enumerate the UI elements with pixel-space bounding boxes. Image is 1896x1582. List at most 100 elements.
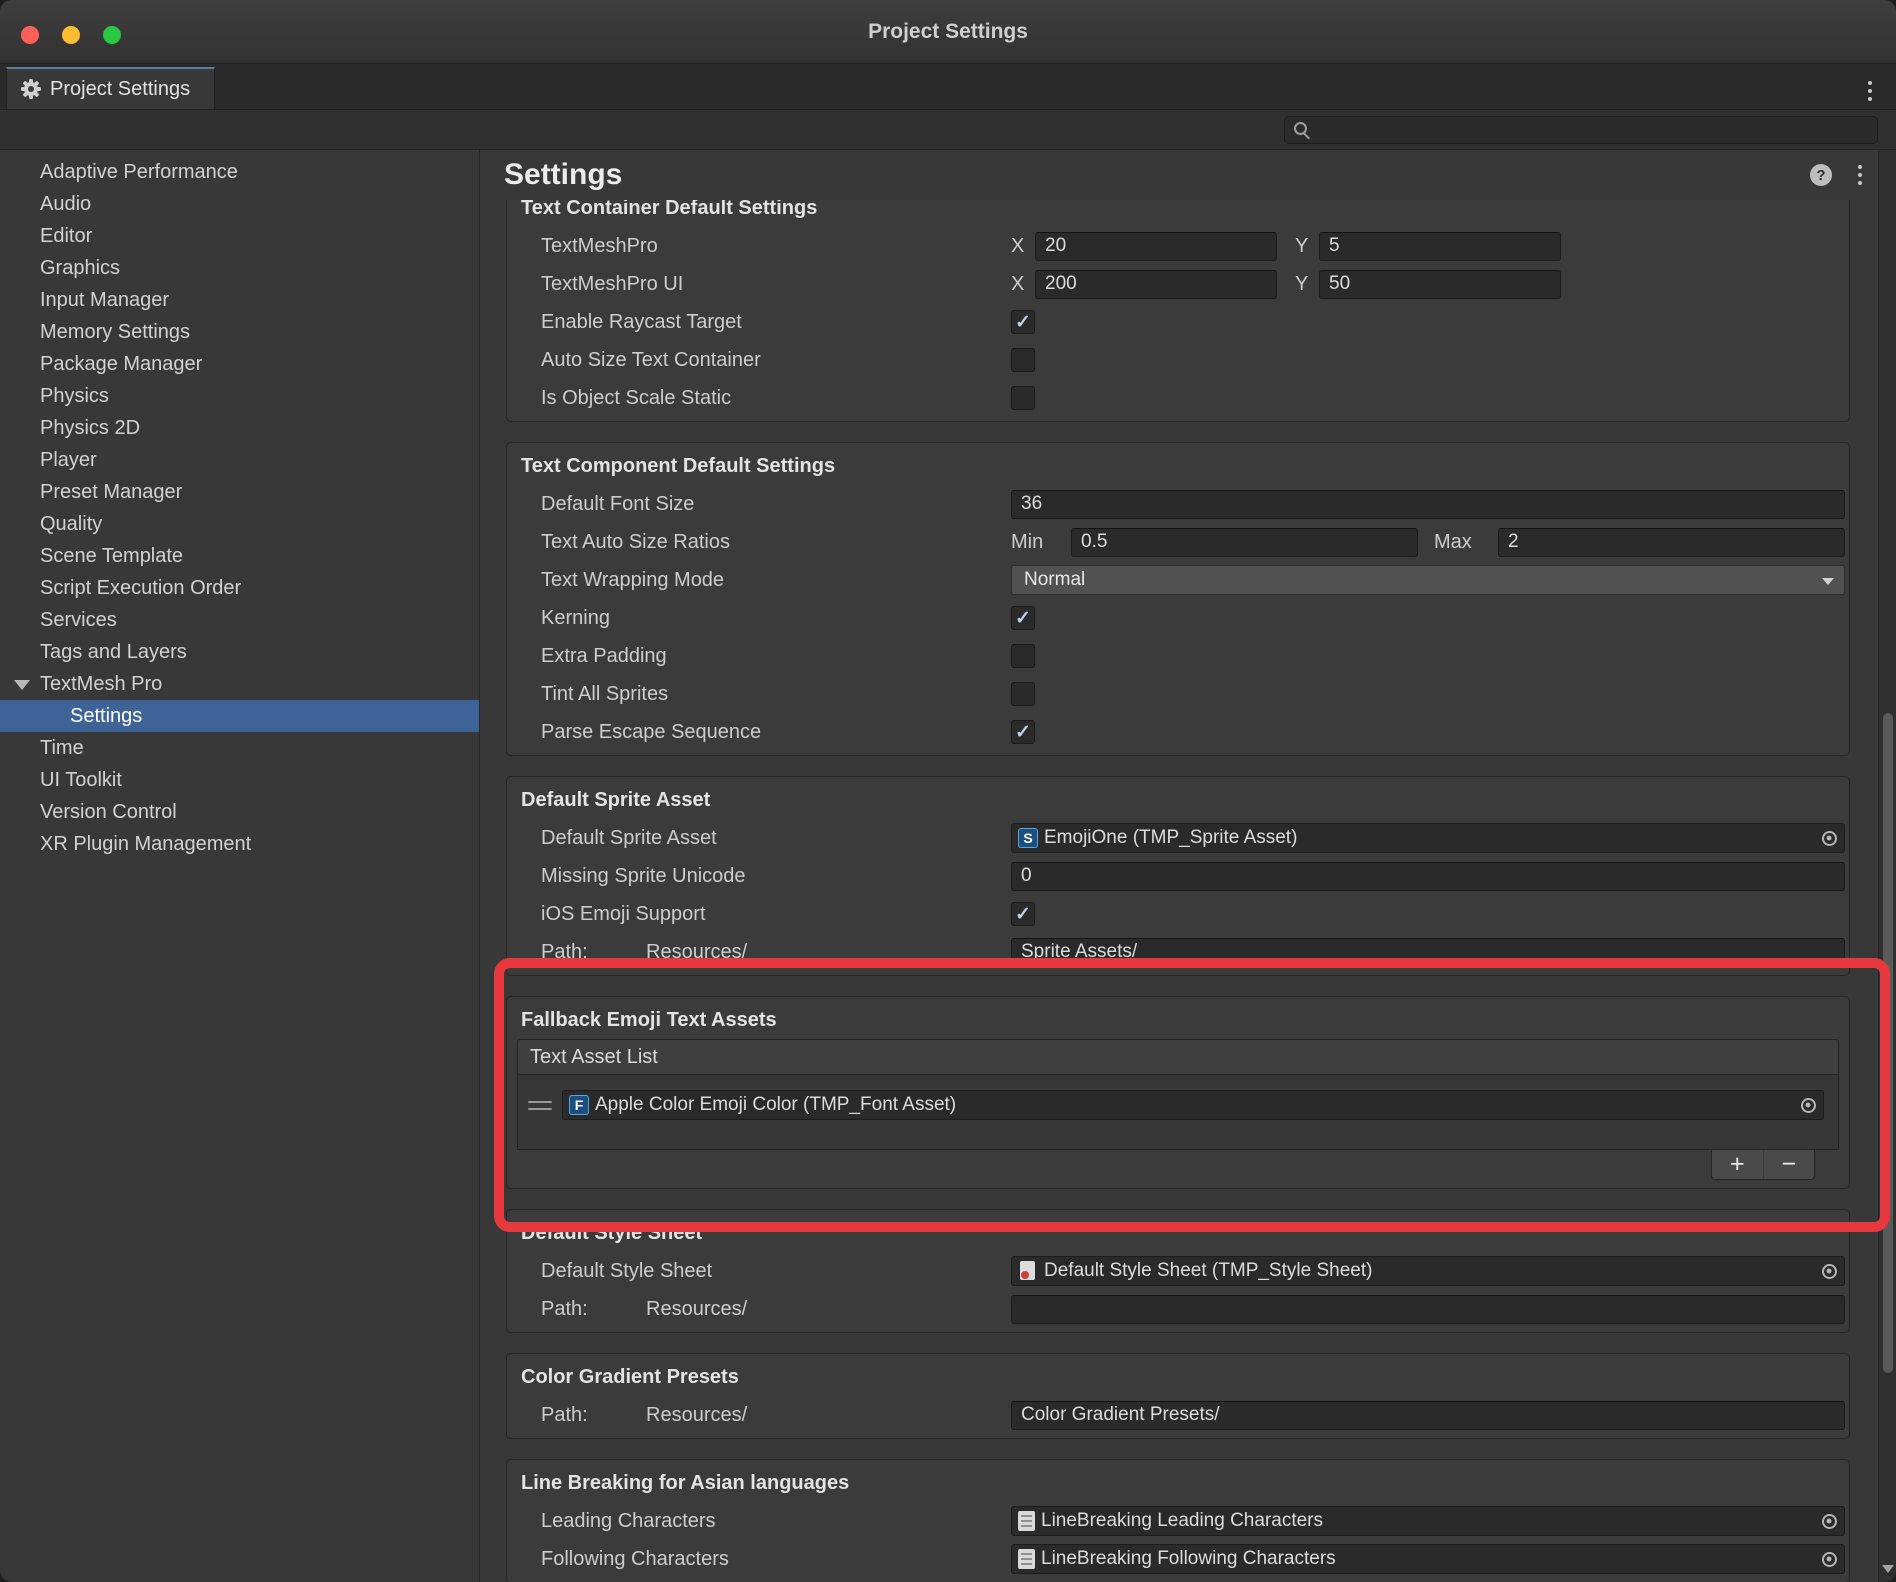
sidebar-item-tags-and-layers[interactable]: Tags and Layers [0, 636, 479, 668]
auto-size-max-input[interactable] [1498, 528, 1845, 557]
section-text-container: Text Container Default Settings TextMesh… [506, 200, 1850, 422]
path-prefix-label: Resources/ [646, 1298, 747, 1321]
more-menu-button[interactable] [1852, 159, 1868, 191]
object-field-value: EmojiOne (TMP_Sprite Asset) [1044, 827, 1297, 849]
settings-row: TextMeshPro X Y [511, 227, 1845, 265]
default-style-sheet-field[interactable]: Default Style Sheet (TMP_Style Sheet) [1011, 1256, 1845, 1286]
sidebar-item-graphics[interactable]: Graphics [0, 252, 479, 284]
ios-emoji-support-checkbox[interactable]: ✓ [1011, 902, 1035, 926]
add-button[interactable]: + [1712, 1150, 1764, 1179]
textmeshpro-ui-x-input[interactable] [1035, 270, 1277, 299]
scroll-down-button[interactable] [1882, 1563, 1894, 1575]
page-title: Settings [504, 158, 1790, 192]
minimize-button[interactable] [62, 26, 80, 44]
sprite-asset-path-input[interactable] [1011, 938, 1845, 967]
sidebar-item-xr-plugin-management[interactable]: XR Plugin Management [0, 828, 479, 860]
sidebar-item-scene-template[interactable]: Scene Template [0, 540, 479, 572]
field-label: Path: Resources/ [511, 941, 1011, 964]
settings-row: Is Object Scale Static [511, 379, 1845, 417]
object-field-value: LineBreaking Leading Characters [1041, 1510, 1323, 1532]
sidebar-item-services[interactable]: Services [0, 604, 479, 636]
fallback-font-asset-field[interactable]: F Apple Color Emoji Color (TMP_Font Asse… [562, 1090, 1824, 1120]
y-axis-label: Y [1295, 273, 1319, 296]
settings-row: Enable Raycast Target ✓ [511, 303, 1845, 341]
path-label: Path: [541, 941, 646, 964]
settings-category-sidebar: Adaptive Performance Audio Editor Graphi… [0, 150, 480, 1582]
section-header: Line Breaking for Asian languages [511, 1464, 1845, 1502]
close-button[interactable] [21, 26, 39, 44]
sidebar-item-audio[interactable]: Audio [0, 188, 479, 220]
sidebar-item-settings[interactable]: Settings [0, 700, 479, 732]
object-picker-icon[interactable] [1817, 1509, 1841, 1533]
enable-raycast-target-checkbox[interactable]: ✓ [1011, 310, 1035, 334]
search-field[interactable] [1284, 116, 1878, 144]
extra-padding-checkbox[interactable] [1011, 644, 1035, 668]
settings-scroll-area: Text Container Default Settings TextMesh… [480, 200, 1896, 1582]
foldout-arrow-icon[interactable] [14, 680, 30, 690]
sidebar-item-preset-manager[interactable]: Preset Manager [0, 476, 479, 508]
section-header: Text Component Default Settings [511, 447, 1845, 485]
remove-button[interactable]: − [1764, 1150, 1815, 1179]
field-label: Auto Size Text Container [511, 349, 1011, 372]
sidebar-item-textmesh-pro[interactable]: TextMesh Pro [0, 668, 479, 700]
checkmark-icon: ✓ [1015, 723, 1031, 742]
tab-project-settings[interactable]: Project Settings [6, 67, 215, 109]
textmeshpro-x-input[interactable] [1035, 232, 1277, 261]
settings-row: Text Auto Size Ratios Min Max [511, 523, 1845, 561]
help-icon[interactable]: ? [1810, 164, 1832, 186]
sidebar-item-quality[interactable]: Quality [0, 508, 479, 540]
default-font-size-input[interactable] [1011, 490, 1845, 519]
auto-size-text-container-checkbox[interactable] [1011, 348, 1035, 372]
default-sprite-asset-field[interactable]: S EmojiOne (TMP_Sprite Asset) [1011, 823, 1845, 853]
following-characters-field[interactable]: LineBreaking Following Characters [1011, 1544, 1845, 1574]
is-object-scale-static-checkbox[interactable] [1011, 386, 1035, 410]
textmeshpro-y-input[interactable] [1319, 232, 1561, 261]
missing-sprite-unicode-input[interactable] [1011, 862, 1845, 891]
settings-row: Text Wrapping Mode Normal [511, 561, 1845, 599]
object-picker-icon[interactable] [1817, 1259, 1841, 1283]
scrollbar-thumb[interactable] [1883, 713, 1893, 1373]
field-label: Leading Characters [511, 1510, 1011, 1533]
section-line-breaking: Line Breaking for Asian languages Leadin… [506, 1459, 1850, 1582]
color-gradient-path-input[interactable] [1011, 1401, 1845, 1430]
object-picker-icon[interactable] [1796, 1093, 1820, 1117]
path-prefix-label: Resources/ [646, 941, 747, 964]
sidebar-item-player[interactable]: Player [0, 444, 479, 476]
leading-characters-field[interactable]: LineBreaking Leading Characters [1011, 1506, 1845, 1536]
tint-all-sprites-checkbox[interactable] [1011, 682, 1035, 706]
sidebar-item-physics[interactable]: Physics [0, 380, 479, 412]
field-label: Is Object Scale Static [511, 387, 1011, 410]
settings-row: TextMeshPro UI X Y [511, 265, 1845, 303]
style-sheet-path-input[interactable] [1011, 1295, 1845, 1324]
field-label: TextMeshPro UI [511, 273, 1011, 296]
sidebar-item-editor[interactable]: Editor [0, 220, 479, 252]
sidebar-item-memory-settings[interactable]: Memory Settings [0, 316, 479, 348]
text-wrapping-mode-dropdown[interactable]: Normal [1011, 565, 1845, 595]
sidebar-item-ui-toolkit[interactable]: UI Toolkit [0, 764, 479, 796]
kerning-checkbox[interactable]: ✓ [1011, 606, 1035, 630]
textmeshpro-ui-y-input[interactable] [1319, 270, 1561, 299]
min-label: Min [1011, 531, 1071, 554]
sidebar-item-script-execution-order[interactable]: Script Execution Order [0, 572, 479, 604]
sidebar-item-input-manager[interactable]: Input Manager [0, 284, 479, 316]
window-menu-button[interactable] [1862, 75, 1878, 107]
sidebar-item-adaptive-performance[interactable]: Adaptive Performance [0, 156, 479, 188]
sidebar-item-physics-2d[interactable]: Physics 2D [0, 412, 479, 444]
section-text-component: Text Component Default Settings Default … [506, 442, 1850, 756]
drag-handle-icon[interactable] [528, 1101, 552, 1110]
object-picker-icon[interactable] [1817, 1547, 1841, 1571]
sidebar-item-version-control[interactable]: Version Control [0, 796, 479, 828]
sidebar-item-time[interactable]: Time [0, 732, 479, 764]
vertical-scrollbar[interactable] [1878, 150, 1896, 1582]
settings-row: Kerning ✓ [511, 599, 1845, 637]
zoom-button[interactable] [103, 26, 121, 44]
auto-size-min-input[interactable] [1071, 528, 1418, 557]
settings-row: Extra Padding [511, 637, 1845, 675]
text-asset-icon [1018, 1549, 1035, 1569]
search-input[interactable] [1316, 119, 1869, 140]
search-icon [1293, 121, 1310, 138]
sidebar-item-package-manager[interactable]: Package Manager [0, 348, 479, 380]
parse-escape-sequence-checkbox[interactable]: ✓ [1011, 720, 1035, 744]
sprite-asset-icon: S [1018, 828, 1038, 848]
object-picker-icon[interactable] [1817, 826, 1841, 850]
